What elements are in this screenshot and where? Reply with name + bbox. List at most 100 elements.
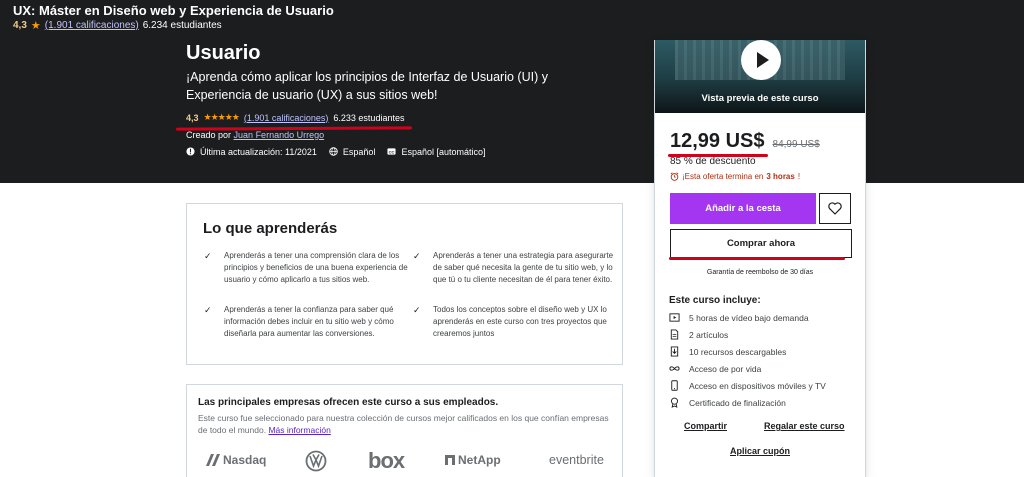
svg-text:CC: CC	[389, 149, 395, 154]
instructor-link[interactable]: Juan Fernando Urrego	[234, 130, 325, 140]
current-price: 12,99 US$	[670, 130, 765, 152]
nasdaq-logo: Nasdaq	[205, 453, 266, 467]
course-preview[interactable]: Vista previa de este curso	[655, 40, 865, 113]
learn-item: ✓ Aprenderás a tener una estrategia para…	[413, 250, 618, 286]
check-icon: ✓	[204, 305, 212, 315]
includes-title: Este curso incluye:	[669, 295, 761, 306]
offer-time: 3 horas	[766, 172, 795, 181]
globe-icon	[329, 147, 338, 156]
includes-item-text: Certificado de finalización	[689, 398, 786, 408]
wishlist-button[interactable]	[819, 193, 851, 224]
what-you-learn-box: Lo que aprenderás ✓ Aprenderás a tener u…	[186, 203, 623, 365]
learn-item: ✓ Aprenderás a tener la confianza para s…	[204, 304, 409, 340]
netapp-logo: NetApp	[445, 453, 501, 467]
hero-rating-value: 4,3	[186, 112, 199, 123]
price-row: 12,99 US$ 84,99 US$	[670, 130, 820, 153]
learn-item: ✓ Todos los conceptos sobre el diseño we…	[413, 304, 618, 340]
purchase-card: Vista previa de este curso 12,99 US$ 84,…	[654, 40, 866, 477]
buy-now-button[interactable]: Comprar ahora	[670, 229, 852, 258]
companies-description: Este curso fue seleccionado para nuestra…	[198, 412, 618, 436]
includes-item: Acceso en dispositivos móviles y TV	[669, 380, 826, 397]
check-icon: ✓	[413, 305, 421, 315]
offer-suffix: !	[797, 172, 801, 181]
discount-label: 85 % de descuento	[670, 156, 756, 167]
learn-item: ✓ Aprenderás a tener una comprensión cla…	[204, 250, 409, 286]
learn-item-text: Aprenderás a tener una comprensión clara…	[224, 251, 408, 284]
last-update-text: Última actualización: 11/2021	[200, 147, 317, 157]
includes-item-text: Acceso en dispositivos móviles y TV	[689, 381, 826, 391]
netapp-logo-text: NetApp	[458, 453, 501, 467]
includes-item: 10 recursos descargables	[669, 346, 826, 363]
gift-course-link[interactable]: Regalar este curso	[764, 421, 845, 431]
annotation-underline	[669, 257, 845, 260]
includes-item-text: 2 artículos	[689, 330, 729, 340]
box-logo: box	[368, 448, 405, 473]
add-to-cart-button[interactable]: Añadir a la cesta	[670, 193, 816, 224]
offer-prefix: ¡Esta oferta termina en	[682, 172, 764, 181]
video-icon	[669, 313, 680, 322]
money-back-guarantee: Garantía de reembolso de 30 días	[706, 269, 814, 276]
course-subtitle: ¡Aprenda cómo aplicar los principios de …	[186, 70, 548, 102]
companies-title: Las principales empresas ofrecen este cu…	[198, 397, 499, 408]
netapp-mark-icon	[445, 455, 455, 465]
sticky-rating-value: 4,3	[13, 20, 27, 31]
companies-description-text: Este curso fue seleccionado para nuestra…	[198, 413, 609, 435]
alarm-clock-icon	[670, 172, 679, 181]
more-info-link[interactable]: Más información	[268, 425, 330, 435]
sticky-ratings-link[interactable]: (1.901 calificaciones)	[45, 20, 139, 31]
last-update: Última actualización: 11/2021	[186, 147, 317, 157]
star-icon: ★	[30, 20, 41, 32]
stars-icon: ★★★★★	[203, 112, 240, 122]
download-icon	[670, 346, 679, 357]
hero-ratings-link[interactable]: (1.901 calificaciones)	[244, 113, 329, 123]
captions: CC Español [automático]	[387, 147, 486, 157]
hero-rating-row: 4,3 ★★★★★ (1.901 calificaciones) 6.233 e…	[186, 112, 404, 123]
heart-icon	[828, 202, 842, 215]
captions-icon: CC	[387, 148, 396, 155]
created-by-label: Creado por	[186, 130, 232, 140]
created-by: Creado por Juan Fernando Urrego	[186, 130, 324, 140]
nasdaq-mark-icon	[206, 454, 220, 466]
includes-item: 5 horas de vídeo bajo demanda	[669, 312, 826, 329]
hero-students-count: 6.233 estudiantes	[333, 112, 405, 123]
check-icon: ✓	[204, 251, 212, 261]
article-icon	[670, 329, 679, 340]
learn-item-text: Todos los conceptos sobre el diseño web …	[433, 305, 607, 338]
eventbrite-logo: eventbrite	[549, 453, 604, 467]
alert-icon	[186, 147, 195, 156]
volkswagen-logo	[305, 450, 327, 477]
offer-countdown: ¡Esta oferta termina en 3 horas!	[670, 172, 800, 181]
original-price: 84,99 US$	[772, 139, 820, 150]
learn-item-text: Aprenderás a tener una estrategia para a…	[433, 251, 614, 284]
business-companies-box: Las principales empresas ofrecen este cu…	[186, 384, 623, 477]
infinity-icon	[669, 366, 680, 371]
sticky-rating-row: 4,3 ★ (1.901 calificaciones) 6.234 estud…	[13, 19, 222, 32]
apply-coupon-link[interactable]: Aplicar cupón	[655, 446, 865, 456]
mobile-icon	[671, 380, 678, 391]
includes-item: 2 artículos	[669, 329, 826, 346]
language-text: Español	[342, 147, 376, 157]
includes-item-text: 10 recursos descargables	[689, 347, 787, 357]
includes-item: Acceso de por vida	[669, 363, 826, 380]
course-title: Usuario	[186, 42, 261, 64]
language: Español	[329, 147, 376, 157]
vw-mark-icon	[305, 450, 327, 472]
learn-item-text: Aprenderás a tener la confianza para sab…	[224, 305, 394, 338]
sticky-students-count: 6.234 estudiantes	[142, 20, 222, 31]
includes-item-text: Acceso de por vida	[689, 364, 762, 374]
preview-label: Vista previa de este curso	[701, 93, 819, 104]
play-icon[interactable]	[741, 40, 781, 80]
course-hero: Usuario ¡Aprenda cómo aplicar los princi…	[0, 40, 1024, 183]
includes-list: 5 horas de vídeo bajo demanda 2 artículo…	[669, 312, 826, 414]
sticky-course-title: UX: Máster en Diseño web y Experiencia d…	[13, 3, 334, 18]
sticky-course-header: UX: Máster en Diseño web y Experiencia d…	[0, 0, 1024, 40]
check-icon: ✓	[413, 251, 421, 261]
certificate-icon	[671, 397, 678, 408]
course-info-row: Última actualización: 11/2021 Español CC…	[186, 147, 486, 157]
includes-item-text: 5 horas de vídeo bajo demanda	[689, 313, 809, 323]
captions-text: Español [automático]	[401, 147, 486, 157]
nasdaq-logo-text: Nasdaq	[223, 453, 267, 467]
share-link[interactable]: Compartir	[684, 421, 727, 431]
includes-item: Certificado de finalización	[669, 397, 826, 414]
what-you-learn-title: Lo que aprenderás	[203, 220, 338, 237]
